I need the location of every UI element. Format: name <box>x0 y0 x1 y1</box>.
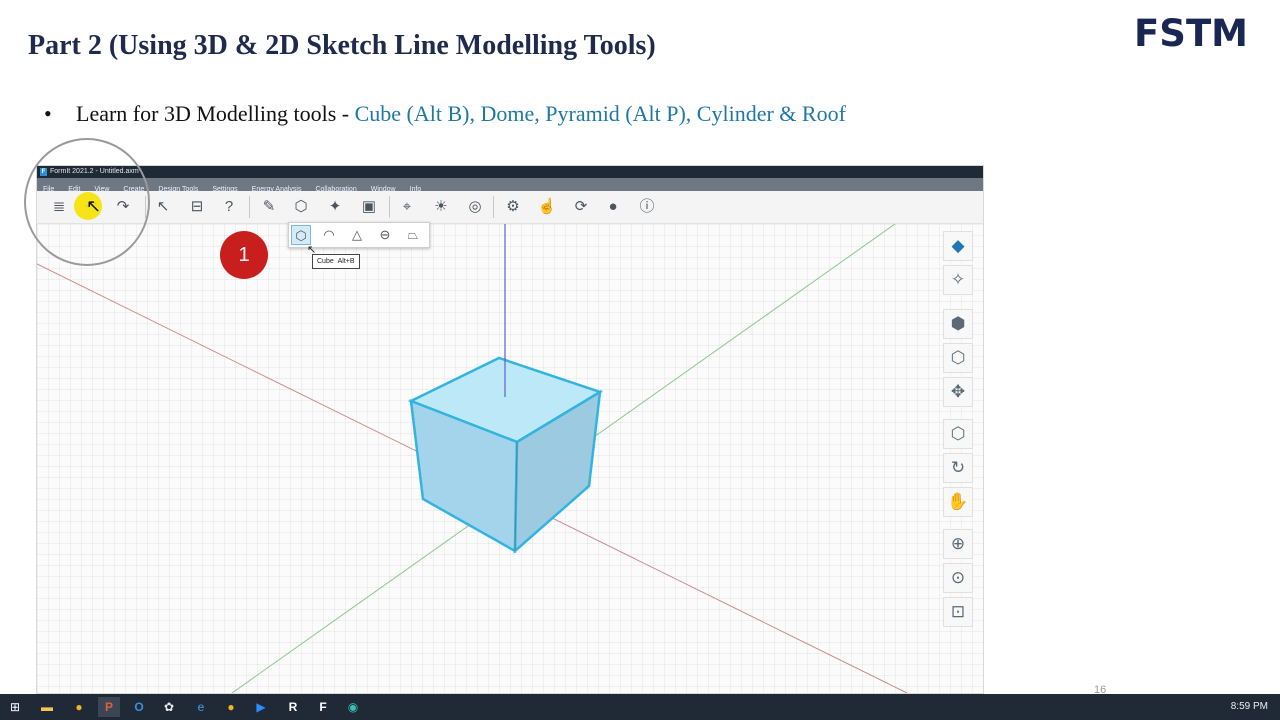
toolbar-divider <box>249 196 250 218</box>
zoom-icon[interactable]: ▶ <box>250 697 272 717</box>
view-cube-icon[interactable]: ◆ <box>943 231 973 261</box>
cylinder-icon[interactable]: ⊖ <box>375 225 395 245</box>
settings-icon[interactable]: ⚙ <box>503 197 523 217</box>
walk-icon[interactable]: ✥ <box>943 377 973 407</box>
group-icon[interactable]: ▣ <box>359 197 379 217</box>
toolbar-divider <box>389 196 390 218</box>
3d-viewport[interactable] <box>37 224 983 693</box>
cube-tooltip: Cube Alt+B <box>312 254 360 269</box>
windows-taskbar: ⊞ ▬ ● P O ✿ e ● ▶ R F ◉ 8:59 PM <box>0 694 1280 720</box>
tooltip-shortcut: Alt+B <box>337 258 355 265</box>
edge-icon[interactable]: e <box>190 697 212 717</box>
cube-icon[interactable]: ⬡ <box>291 225 311 245</box>
scene-canvas <box>37 224 908 693</box>
solid-create-icon[interactable]: ⬡ <box>291 197 311 217</box>
zoom-selected-icon[interactable]: ⊡ <box>943 597 973 627</box>
measure-icon[interactable]: ⊟ <box>187 197 207 217</box>
paint-icon[interactable]: ✿ <box>158 697 180 717</box>
outlook-icon[interactable]: O <box>128 697 150 717</box>
navigation-bar: ◆ ✧ ⬢ ⬡ ✥ ⬡ ↻ ✋ ⊕ ⊙ ⊡ <box>941 229 977 634</box>
file-explorer-icon[interactable]: ▬ <box>36 697 58 717</box>
visual-style-icon[interactable]: ✧ <box>943 265 973 295</box>
dome-icon[interactable]: ◠ <box>319 225 339 245</box>
tape-icon[interactable]: ? <box>219 197 239 217</box>
info-icon[interactable]: ⓘ <box>637 197 657 217</box>
powerpoint-icon[interactable]: P <box>98 697 120 717</box>
orbit-icon[interactable]: ↻ <box>943 453 973 483</box>
bullet-text: Learn for 3D Modelling tools - <box>76 101 355 126</box>
chrome-icon-2[interactable]: ● <box>220 697 242 717</box>
user-icon[interactable]: ● <box>603 197 623 217</box>
zoom-icon[interactable]: ⊕ <box>943 529 973 559</box>
app-titlebar: F FormIt 2021.2 - Untitled.axm* <box>37 166 983 178</box>
location-icon[interactable]: ⌖ <box>397 197 417 217</box>
pyramid-icon[interactable]: △ <box>347 225 367 245</box>
slide-title: Part 2 (Using 3D & 2D Sketch Line Modell… <box>28 30 656 61</box>
main-toolbar: ≣ ↶ ↷ ↖ ⊟ ? ✎ ⬡ ✦ ▣ ⌖ ☀ ◎ ⚙ ☝ ⟳ ● ⓘ <box>37 191 983 224</box>
orthographic-icon[interactable]: ⬡ <box>943 343 973 373</box>
bullet-marker: • <box>44 101 52 126</box>
magnified-cursor-icon: ↖ <box>86 196 102 216</box>
sun-icon[interactable]: ☀ <box>431 197 451 217</box>
revit-icon[interactable]: R <box>282 697 304 717</box>
formit-screenshot: F FormIt 2021.2 - Untitled.axm* File Edit V… <box>36 165 984 694</box>
chrome-icon[interactable]: ● <box>68 697 90 717</box>
bullet-line: • Learn for 3D Modelling tools - Cube (Al… <box>44 101 846 127</box>
sketch-icon[interactable]: ✎ <box>259 197 279 217</box>
windows-start-icon[interactable]: ⊞ <box>4 697 26 717</box>
roof-icon[interactable]: ⏢ <box>403 225 423 245</box>
menu-bar: File Edit View Create Design Tools Settings En… <box>37 178 983 193</box>
touch-icon[interactable]: ☝ <box>537 197 557 217</box>
bullet-highlight: Cube (Alt B), Dome, Pyramid (Alt P), Cyl… <box>354 101 846 126</box>
toolbar-divider <box>493 196 494 218</box>
perspective-icon[interactable]: ⬢ <box>943 309 973 339</box>
formit-icon[interactable]: F <box>312 697 334 717</box>
pan-icon[interactable]: ✋ <box>943 487 973 517</box>
edge-beta-icon[interactable]: ◉ <box>342 697 364 717</box>
step-badge: 1 <box>220 231 268 279</box>
zoom-extents-icon[interactable]: ⊙ <box>943 563 973 593</box>
tooltip-name: Cube <box>317 258 334 265</box>
select-icon[interactable]: ↖ <box>153 197 173 217</box>
view-360-icon[interactable]: ◎ <box>465 197 485 217</box>
iso-view-icon[interactable]: ⬡ <box>943 419 973 449</box>
share-icon[interactable]: ⟳ <box>571 197 591 217</box>
taskbar-clock: 8:59 PM <box>1230 701 1268 712</box>
edit-solid-icon[interactable]: ✦ <box>325 197 345 217</box>
fstm-logo: FSTM <box>1134 12 1248 55</box>
